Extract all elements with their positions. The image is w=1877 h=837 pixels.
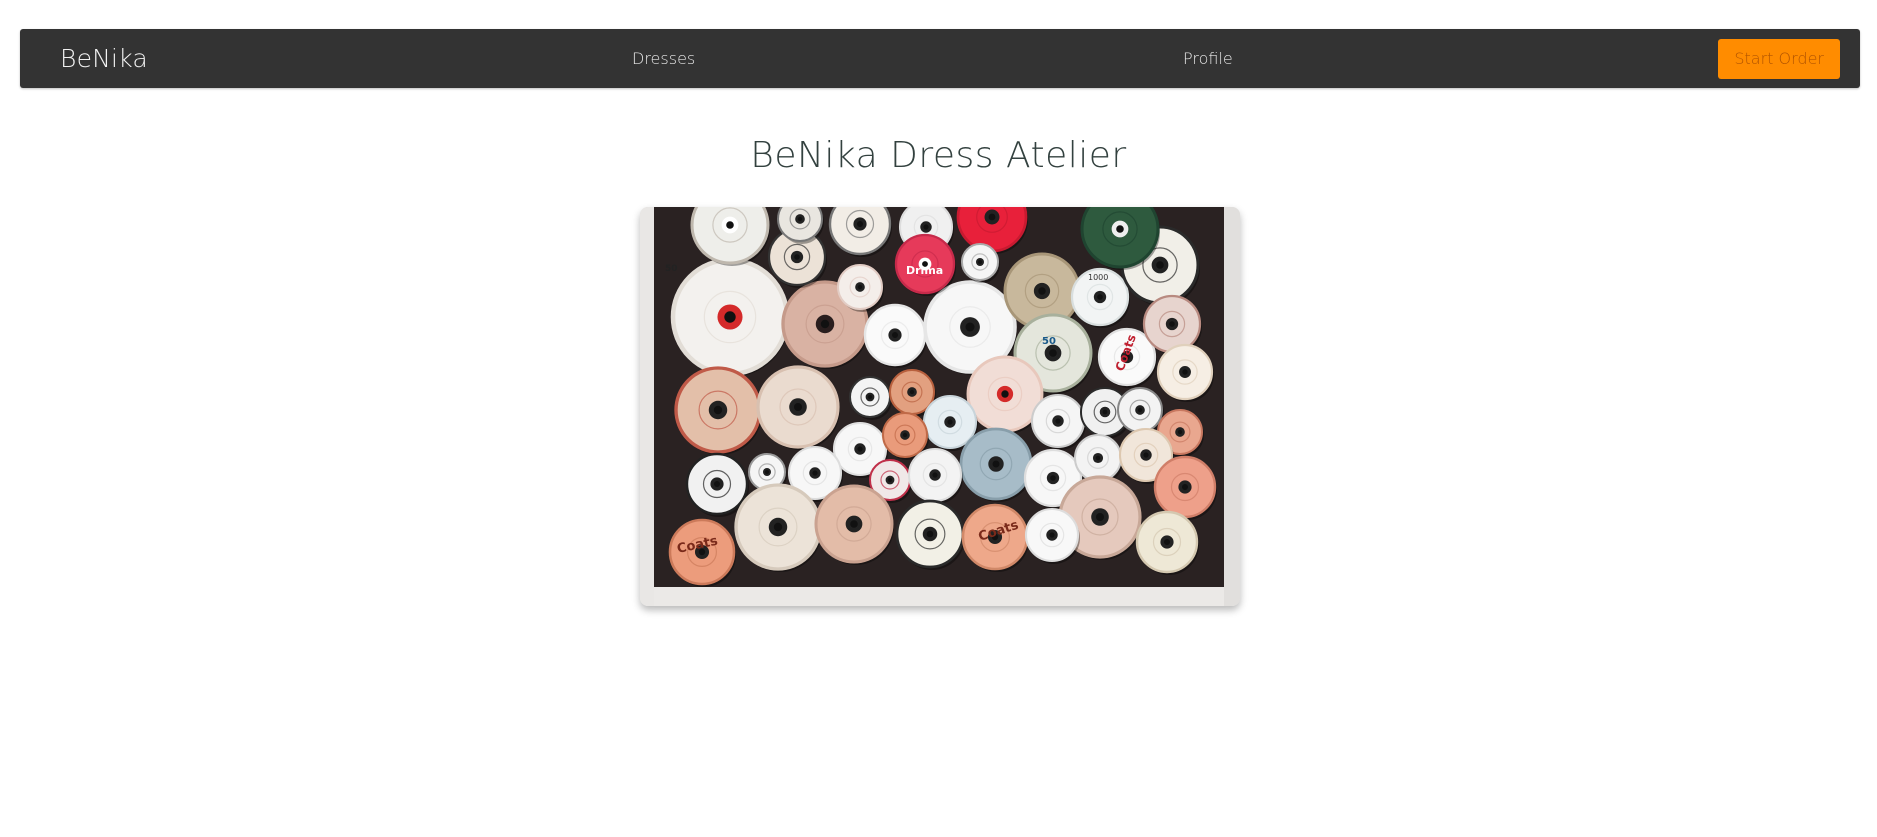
spool-label-50: 50	[665, 264, 678, 274]
nav-link-dresses[interactable]: Dresses	[632, 29, 695, 88]
start-order-button[interactable]: Start Order	[1718, 39, 1840, 79]
nav-link-profile[interactable]: Profile	[1183, 29, 1233, 88]
spool-graphic	[959, 427, 1033, 502]
spool-graphic	[756, 365, 840, 450]
brand-logo-link[interactable]: BeNika	[60, 29, 148, 88]
thread-spools-photo: Coats Coats Coats Drima 50 50 1000	[640, 207, 1240, 606]
spool-graphic	[814, 484, 894, 565]
spool-graphic	[734, 483, 822, 572]
spool-graphic	[895, 499, 965, 570]
spool-graphic	[670, 257, 790, 377]
hero-image: Coats Coats Coats Drima 50 50 1000	[640, 207, 1240, 606]
spool-graphic	[674, 366, 762, 455]
page-title: BeNika Dress Atelier	[750, 135, 1127, 176]
top-navbar: BeNika Dresses Profile Start Order	[20, 29, 1860, 88]
spool-label-drima: Drima	[906, 264, 943, 277]
spool-label-50: 50	[1042, 336, 1056, 347]
spool-label-1000: 1000	[1088, 273, 1108, 282]
